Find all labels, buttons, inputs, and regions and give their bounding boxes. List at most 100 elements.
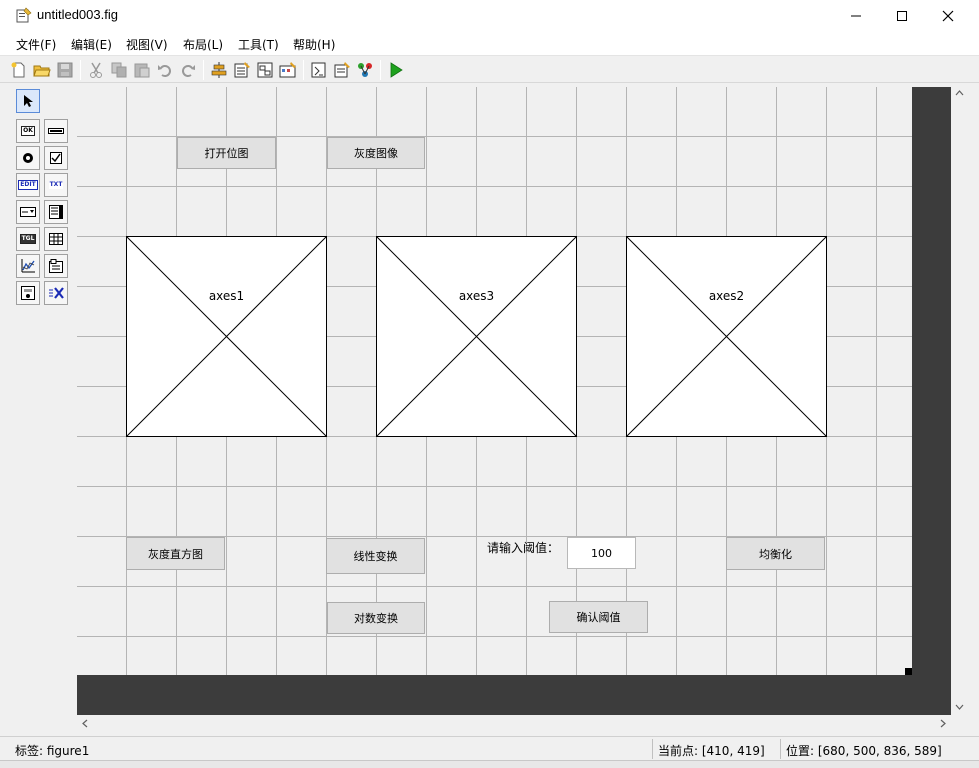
- equalize-button[interactable]: 均衡化: [726, 537, 825, 570]
- fig-file-icon: [16, 7, 32, 23]
- vertical-scrollbar[interactable]: [951, 87, 968, 715]
- new-file-icon[interactable]: [10, 61, 28, 79]
- status-bar: 标签: figure1 当前点: [410, 419] 位置: [680, 50…: [0, 736, 979, 760]
- toggle-button-tool[interactable]: TGL: [16, 227, 40, 251]
- axes-tool[interactable]: [16, 254, 40, 278]
- axes-placeholder-cross: [377, 237, 576, 436]
- horizontal-scrollbar[interactable]: [77, 715, 951, 732]
- menu-tools[interactable]: 工具(T): [238, 36, 279, 53]
- checkbox-tool[interactable]: [44, 146, 68, 170]
- maximize-button[interactable]: [879, 0, 925, 32]
- tab-order-icon[interactable]: [256, 61, 274, 79]
- menu-help[interactable]: 帮助(H): [293, 36, 335, 53]
- table-icon: [49, 233, 63, 245]
- axes-icon: [21, 259, 35, 273]
- toolbar: [0, 57, 979, 83]
- menu-layout[interactable]: 布局(L): [183, 36, 223, 53]
- menu-editor-icon[interactable]: [233, 61, 251, 79]
- axes2[interactable]: axes2: [626, 236, 827, 437]
- guide-window: untitled003.fig 文件(F) 编辑(E) 视图(V) 布局(L) …: [0, 0, 979, 768]
- gray-image-button[interactable]: 灰度图像: [327, 137, 425, 169]
- log-transform-button[interactable]: 对数变换: [327, 602, 425, 634]
- push-button-tool[interactable]: OK: [16, 119, 40, 143]
- panel-tool[interactable]: [44, 254, 68, 278]
- property-inspector-icon[interactable]: [333, 61, 351, 79]
- editor-icon[interactable]: [310, 61, 328, 79]
- select-tool-button[interactable]: [16, 89, 40, 113]
- toolbar-separator: [303, 60, 304, 80]
- toggle-button-icon: TGL: [19, 234, 37, 244]
- figure-resize-handle[interactable]: [905, 668, 912, 675]
- static-text-tool[interactable]: TXT: [44, 173, 68, 197]
- open-image-button[interactable]: 打开位图: [177, 137, 276, 169]
- toolbar-editor-icon[interactable]: [279, 61, 297, 79]
- scroll-down-icon[interactable]: [951, 701, 968, 713]
- edit-text-icon: EDIT: [18, 180, 38, 190]
- toolbar-separator: [80, 60, 81, 80]
- open-folder-icon[interactable]: [33, 61, 51, 79]
- listbox-tool[interactable]: [44, 200, 68, 224]
- minimize-icon: [851, 15, 861, 17]
- scroll-right-icon[interactable]: [937, 715, 949, 732]
- close-icon: [942, 10, 954, 22]
- slider-icon: [48, 128, 64, 134]
- activex-tool[interactable]: [44, 281, 68, 305]
- undo-icon[interactable]: [156, 61, 174, 79]
- run-icon[interactable]: [387, 61, 405, 79]
- radio-button-icon: [23, 153, 33, 163]
- panel-icon: [49, 259, 63, 273]
- minimize-button[interactable]: [833, 0, 879, 32]
- axes1[interactable]: axes1: [126, 236, 327, 437]
- save-icon[interactable]: [56, 61, 74, 79]
- align-icon[interactable]: [210, 61, 228, 79]
- status-separator: [652, 739, 653, 759]
- edit-text-tool[interactable]: EDIT: [16, 173, 40, 197]
- axes-placeholder-cross: [127, 237, 326, 436]
- listbox-icon: [49, 205, 63, 219]
- window-title: untitled003.fig: [37, 7, 118, 22]
- status-current-point: 当前点: [410, 419]: [658, 744, 765, 758]
- axes-placeholder-cross: [627, 237, 826, 436]
- close-button[interactable]: [925, 0, 971, 32]
- window-bottom-edge: [0, 760, 979, 768]
- status-tag: 标签: figure1: [15, 744, 90, 758]
- menu-file[interactable]: 文件(F): [16, 36, 56, 53]
- slider-tool[interactable]: [44, 119, 68, 143]
- confirm-threshold-button[interactable]: 确认阈值: [549, 601, 648, 633]
- redo-icon[interactable]: [179, 61, 197, 79]
- menu-view[interactable]: 视图(V): [126, 36, 168, 53]
- popup-menu-tool[interactable]: [16, 200, 40, 224]
- threshold-label: 请输入阈值：: [487, 541, 560, 555]
- title-bar: untitled003.fig: [0, 0, 979, 32]
- status-separator: [780, 739, 781, 759]
- button-group-tool[interactable]: [16, 281, 40, 305]
- table-tool[interactable]: [44, 227, 68, 251]
- menu-bar: 文件(F) 编辑(E) 视图(V) 布局(L) 工具(T) 帮助(H): [0, 32, 979, 56]
- static-text-icon: TXT: [48, 181, 64, 189]
- paste-icon[interactable]: [133, 61, 151, 79]
- object-browser-icon[interactable]: [356, 61, 374, 79]
- axes-label: axes3: [458, 289, 495, 303]
- push-button-icon: OK: [21, 126, 35, 136]
- maximize-icon: [897, 11, 907, 21]
- radio-button-tool[interactable]: [16, 146, 40, 170]
- component-palette: OK EDIT TXT TGL: [14, 87, 72, 317]
- gray-histogram-button[interactable]: 灰度直方图: [126, 537, 225, 570]
- threshold-input[interactable]: 100: [567, 537, 636, 569]
- popup-menu-icon: [20, 207, 36, 217]
- axes-label: axes2: [708, 289, 745, 303]
- activex-icon: [49, 287, 64, 299]
- layout-grid[interactable]: 打开位图 灰度图像 axes1 axes3 axes2 灰度直方图 线性变换 请…: [77, 87, 912, 675]
- scroll-up-icon[interactable]: [951, 87, 968, 99]
- axes-label: axes1: [208, 289, 245, 303]
- checkbox-icon: [50, 152, 62, 164]
- axes3[interactable]: axes3: [376, 236, 577, 437]
- toolbar-separator: [203, 60, 204, 80]
- copy-icon[interactable]: [110, 61, 128, 79]
- linear-transform-button[interactable]: 线性变换: [326, 538, 425, 574]
- scroll-left-icon[interactable]: [79, 715, 91, 732]
- cut-icon[interactable]: [87, 61, 105, 79]
- design-canvas[interactable]: 打开位图 灰度图像 axes1 axes3 axes2 灰度直方图 线性变换 请…: [77, 87, 951, 715]
- menu-edit[interactable]: 编辑(E): [71, 36, 112, 53]
- toolbar-separator: [380, 60, 381, 80]
